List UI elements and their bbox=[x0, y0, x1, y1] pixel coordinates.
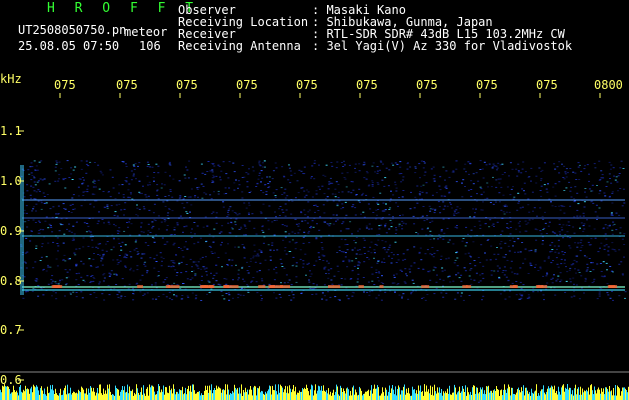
x-tick-label: 075 bbox=[296, 78, 318, 92]
x-tick-label: 075 bbox=[536, 78, 558, 92]
spectrogram bbox=[0, 93, 629, 400]
y-tick-label: 0.7 bbox=[0, 323, 22, 337]
detection-tag: meteor bbox=[124, 25, 168, 39]
file-name: UT2508050750.pn bbox=[18, 23, 127, 37]
y-axis-unit: kHz bbox=[0, 72, 22, 86]
app-title: H R O F F T bbox=[47, 1, 200, 16]
spectrogram-noise bbox=[20, 160, 627, 301]
x-tick-marks bbox=[59, 93, 601, 98]
x-tick-label: 0800 bbox=[594, 78, 623, 92]
y-tick-label: 1.0 bbox=[0, 174, 22, 188]
meta-value-antenna: : 3el Yagi(V) Az 330 for Vladivostok bbox=[312, 39, 573, 53]
y-tick-label: 0.8 bbox=[0, 274, 22, 288]
x-tick-label: 075 bbox=[176, 78, 198, 92]
bottom-level-bars bbox=[0, 384, 629, 400]
x-tick-label: 075 bbox=[236, 78, 258, 92]
x-tick-label: 075 bbox=[476, 78, 498, 92]
y-tick-label: 1.1 bbox=[0, 124, 22, 138]
meta-label-antenna: Receiving Antenna bbox=[178, 39, 301, 53]
x-tick-label: 075 bbox=[356, 78, 378, 92]
date-time: 25.08.05 07:50 bbox=[18, 39, 120, 53]
meteor-count: 106 bbox=[139, 39, 161, 53]
y-tick-label: 0.6 bbox=[0, 373, 22, 387]
y-tick-label: 0.9 bbox=[0, 224, 22, 238]
x-tick-label: 075 bbox=[116, 78, 138, 92]
x-tick-label: 075 bbox=[416, 78, 438, 92]
x-tick-label: 075 bbox=[54, 78, 76, 92]
